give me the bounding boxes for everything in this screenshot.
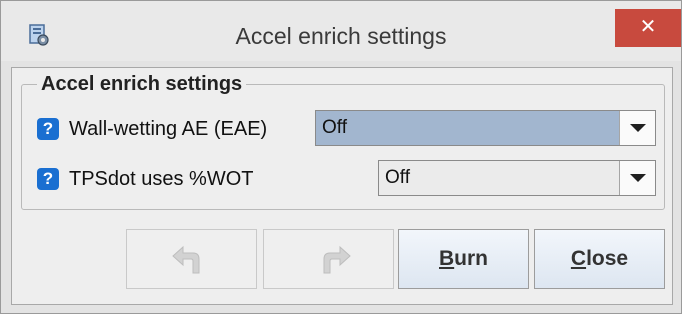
undo-button[interactable] [126,229,257,289]
wall-wetting-select-value: Off [322,117,347,138]
tpsdot-label: TPSdot uses %WOT [69,168,254,190]
help-icon[interactable]: ? [37,118,59,140]
dialog-window: Accel enrich settings ✕ Accel enrich set… [0,0,682,314]
burn-button[interactable]: Burn [398,229,529,289]
chevron-down-icon[interactable] [619,161,655,195]
wall-wetting-label: Wall-wetting AE (EAE) [69,118,268,140]
title-bar[interactable]: Accel enrich settings [1,1,681,61]
settings-group-legend: Accel enrich settings [37,73,247,96]
window-title: Accel enrich settings [235,23,447,49]
tpsdot-select-value: Off [385,167,410,188]
close-button[interactable]: Close [534,229,665,289]
help-icon[interactable]: ? [37,168,59,190]
burn-button-mnemonic: B [439,247,455,270]
window-close-button[interactable]: ✕ [615,9,681,47]
close-button-mnemonic: C [570,247,587,270]
burn-button-label: urn [454,247,488,270]
tpsdot-select[interactable]: Off [378,160,656,196]
undo-arrow-icon [172,245,200,274]
redo-arrow-icon [323,245,351,274]
close-button-label: lose [586,247,629,270]
chevron-down-icon[interactable] [619,111,655,145]
redo-button[interactable] [263,229,394,289]
wall-wetting-select[interactable]: Off [315,110,656,146]
